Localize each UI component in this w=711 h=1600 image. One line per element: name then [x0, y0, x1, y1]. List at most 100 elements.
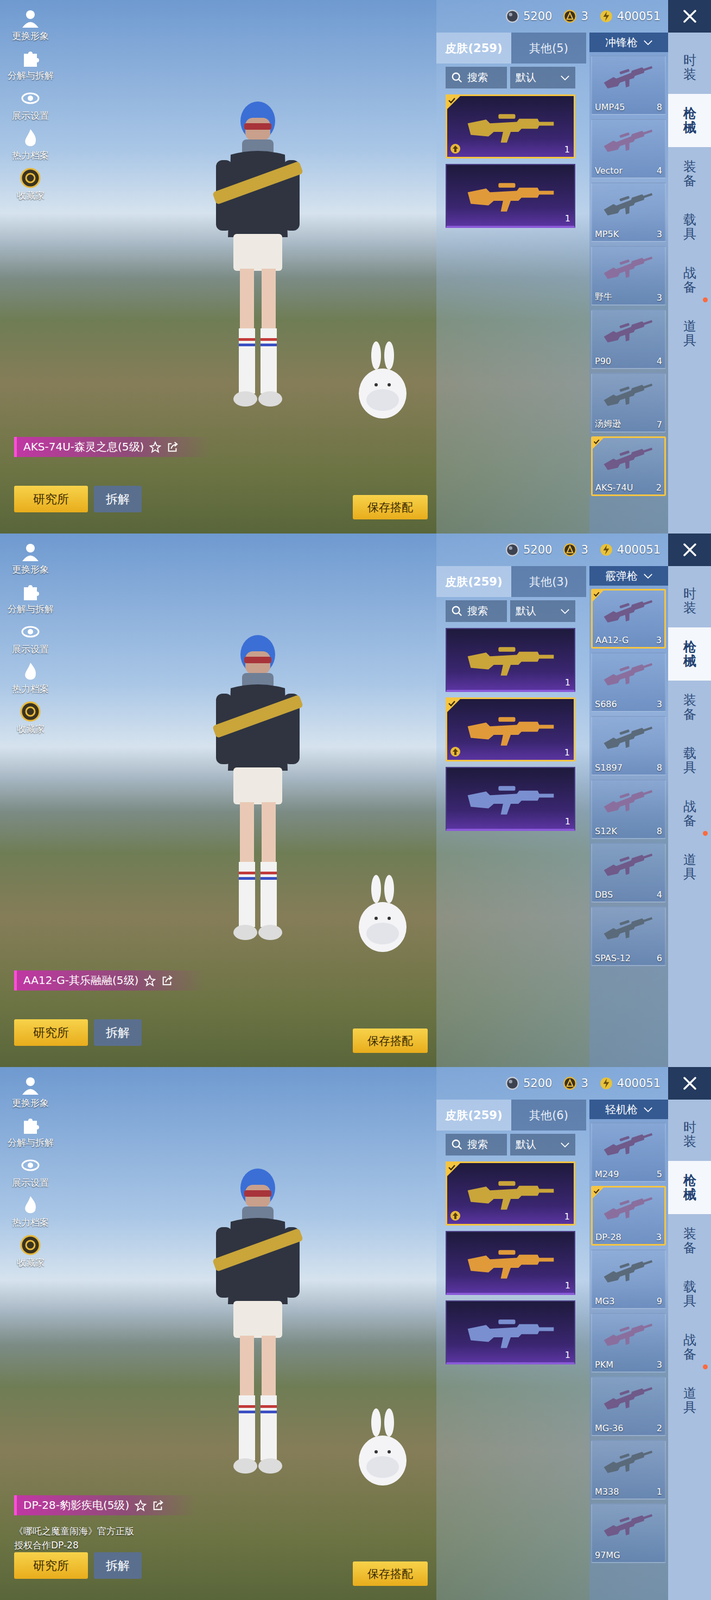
close-button[interactable] [668, 533, 711, 567]
skin-card[interactable]: 1 [445, 163, 576, 228]
skin-tab[interactable]: 其他(3) [511, 566, 587, 598]
close-button[interactable] [668, 0, 711, 33]
tool-button[interactable]: 更换形象 [0, 7, 61, 42]
sort-dropdown[interactable]: 默认 [510, 66, 576, 89]
sort-dropdown[interactable]: 默认 [510, 600, 576, 622]
item-name-tag: AKS-74U-森灵之息(5级) [14, 436, 212, 457]
nav-tab[interactable]: 时装 [668, 40, 711, 94]
nav-tab[interactable]: 战备 [668, 1320, 711, 1374]
nav-tab[interactable]: 枪械 [668, 627, 711, 681]
gun-item[interactable]: AA12-G3 [591, 588, 666, 649]
skin-tab[interactable]: 皮肤(259) [436, 1099, 512, 1131]
tool-button[interactable]: 热力档案 [0, 127, 61, 161]
skin-tab[interactable]: 其他(5) [511, 32, 587, 64]
share-icon[interactable] [161, 974, 174, 987]
currency-amount: 3 [580, 9, 588, 23]
gun-item[interactable]: PKM3 [591, 1312, 666, 1373]
skin-card[interactable]: 1 [445, 1230, 576, 1295]
nav-tab[interactable]: 时装 [668, 1107, 711, 1161]
gun-item[interactable]: SPAS-126 [591, 906, 666, 967]
gun-item[interactable]: AKS-74U2 [591, 436, 666, 497]
share-icon[interactable] [151, 1499, 164, 1512]
close-button[interactable] [668, 1067, 711, 1100]
lab-button[interactable]: 研究所 [14, 1019, 88, 1046]
skin-tab[interactable]: 皮肤(259) [436, 566, 512, 598]
skin-tab[interactable]: 其他(6) [511, 1099, 587, 1131]
dismantle-button[interactable]: 拆解 [93, 1019, 142, 1046]
nav-tab[interactable]: 时装 [668, 574, 711, 628]
search-field[interactable]: 搜索 [445, 1133, 507, 1156]
tool-button[interactable]: 热力档案 [0, 660, 61, 695]
nav-tab[interactable]: 枪械 [668, 93, 711, 148]
share-icon[interactable] [166, 441, 179, 454]
gun-count: 3 [656, 1359, 663, 1370]
tool-button[interactable]: 收藏家 [0, 1234, 61, 1268]
sort-dropdown[interactable]: 默认 [510, 1133, 576, 1156]
gun-item[interactable]: Vector4 [591, 118, 666, 179]
category-dropdown[interactable]: 霰弹枪 [589, 566, 669, 586]
gun-item[interactable]: MG-362 [591, 1376, 666, 1437]
gun-item[interactable]: UMP458 [591, 55, 666, 116]
nav-tab[interactable]: 战备 [668, 253, 711, 307]
gun-item[interactable]: M3381 [591, 1439, 666, 1500]
save-button[interactable]: 保存搭配 [352, 494, 428, 520]
search-field[interactable]: 搜索 [445, 600, 507, 622]
tool-button[interactable]: 展示设置 [0, 1154, 61, 1189]
tool-button[interactable]: 展示设置 [0, 87, 61, 122]
skin-card[interactable]: 1 [445, 94, 576, 159]
nav-tab[interactable]: 枪械 [668, 1160, 711, 1215]
gun-item[interactable]: S6863 [591, 652, 666, 713]
lab-button[interactable]: 研究所 [14, 485, 88, 513]
search-field[interactable]: 搜索 [445, 66, 507, 89]
tool-button[interactable]: 分解与拆解 [0, 47, 61, 81]
tool-button[interactable]: 分解与拆解 [0, 1114, 61, 1148]
nav-tab[interactable]: 道具 [668, 1373, 711, 1427]
tool-button[interactable]: 收藏家 [0, 700, 61, 735]
tool-button[interactable]: 展示设置 [0, 620, 61, 655]
gun-item[interactable]: MG39 [591, 1249, 666, 1310]
skin-card[interactable]: 1 [445, 766, 576, 831]
tool-button[interactable]: 更换形象 [0, 1074, 61, 1109]
tool-label: 收藏家 [16, 723, 45, 735]
nav-tab[interactable]: 载具 [668, 200, 711, 254]
category-dropdown[interactable]: 轻机枪 [589, 1099, 669, 1120]
gun-item[interactable]: P904 [591, 309, 666, 370]
dismantle-button[interactable]: 拆解 [93, 1552, 142, 1579]
save-button[interactable]: 保存搭配 [352, 1028, 428, 1053]
tool-button[interactable]: 更换形象 [0, 541, 61, 575]
skin-card[interactable]: 1 [445, 627, 576, 693]
gun-item[interactable]: 汤姆逊7 [591, 372, 666, 433]
nav-tab[interactable]: 装备 [668, 680, 711, 734]
skin-card[interactable]: 1 [445, 1300, 576, 1365]
nav-tab[interactable]: 战备 [668, 786, 711, 841]
skin-card[interactable]: 1 [445, 697, 576, 762]
nav-tab[interactable]: 载具 [668, 733, 711, 787]
dismantle-button[interactable]: 拆解 [93, 485, 142, 513]
gun-item[interactable]: 野牛3 [591, 245, 666, 306]
gun-item[interactable]: M2495 [591, 1122, 666, 1183]
skin-tab[interactable]: 皮肤(259) [436, 32, 512, 64]
gun-item[interactable]: MP5K3 [591, 182, 666, 243]
nav-tab[interactable]: 道具 [668, 306, 711, 360]
tool-button[interactable]: 收藏家 [0, 167, 61, 201]
tool-button[interactable]: 分解与拆解 [0, 580, 61, 615]
gun-item[interactable]: DP-283 [591, 1185, 666, 1246]
star-icon[interactable] [134, 1499, 147, 1512]
chevron-icon [560, 608, 570, 615]
skin-card[interactable]: 1 [445, 1161, 576, 1226]
save-button[interactable]: 保存搭配 [352, 1561, 428, 1586]
star-icon[interactable] [143, 974, 156, 987]
tool-button[interactable]: 热力档案 [0, 1194, 61, 1228]
lab-button[interactable]: 研究所 [14, 1552, 88, 1579]
license-note [14, 465, 428, 486]
gun-item[interactable]: S12K8 [591, 779, 666, 840]
gun-item[interactable]: DBS4 [591, 842, 666, 903]
star-icon[interactable] [149, 441, 162, 454]
gun-item[interactable]: S18978 [591, 715, 666, 776]
nav-tab[interactable]: 装备 [668, 147, 711, 201]
nav-tab[interactable]: 道具 [668, 840, 711, 894]
category-dropdown[interactable]: 冲锋枪 [589, 32, 669, 53]
gun-item[interactable]: 97MG [591, 1503, 666, 1564]
nav-tab[interactable]: 装备 [668, 1214, 711, 1268]
nav-tab[interactable]: 载具 [668, 1267, 711, 1321]
